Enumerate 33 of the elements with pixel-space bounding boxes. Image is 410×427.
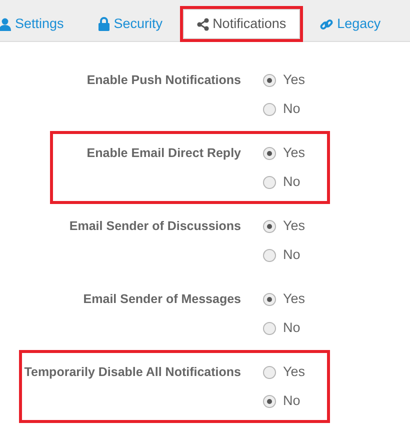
radio-option[interactable]: No [263,95,321,124]
radio-button[interactable] [263,322,276,335]
radio-option[interactable]: Yes [263,358,321,387]
radio-option[interactable]: Yes [263,285,321,314]
radio-button[interactable] [263,395,276,408]
link-icon [320,18,334,30]
share-icon [196,18,209,30]
radio-option[interactable]: Yes [263,66,321,95]
setting-label: Enable Email Direct Reply [86,145,241,162]
tab[interactable]: Notifications [182,9,300,39]
radio-button[interactable] [263,220,276,233]
radio-button[interactable] [263,176,276,189]
setting-label: Email Sender of Messages [83,291,241,308]
radio-option[interactable]: No [263,241,321,270]
setting-label: Temporarily Disable All Notifications [24,364,241,382]
tab[interactable]: Settings [0,9,78,39]
radio-button[interactable] [263,366,276,379]
radio-button[interactable] [263,147,276,160]
radio-button[interactable] [263,249,276,262]
radio-option[interactable]: Yes [263,212,321,241]
radio-button[interactable] [263,74,276,87]
tab[interactable]: Legacy [306,9,395,39]
user-icon [0,18,11,30]
radio-button[interactable] [263,293,276,306]
radio-option[interactable]: No [263,168,321,197]
radio-option[interactable]: Yes [263,139,321,168]
radio-option[interactable]: No [263,387,321,416]
radio-option[interactable]: No [263,314,321,343]
setting-label: Email Sender of Discussions [69,218,241,236]
tab[interactable]: Security [84,9,177,39]
setting-label: Enable Push Notifications [86,72,241,90]
lock-icon [98,17,110,31]
radio-button[interactable] [263,103,276,116]
